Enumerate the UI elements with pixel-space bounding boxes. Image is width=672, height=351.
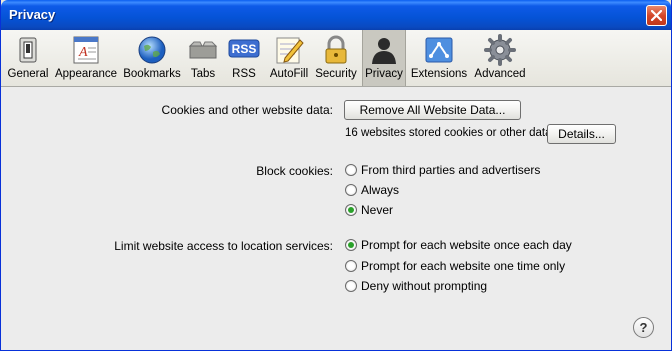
- preferences-window: Privacy General A Appearance Bookmarks T…: [0, 0, 672, 351]
- radio-label: Never: [361, 203, 394, 217]
- stored-cookies-text: 16 websites stored cookies or other data: [345, 127, 552, 139]
- radio-button[interactable]: [345, 239, 357, 251]
- tab-label: General: [7, 68, 49, 80]
- switch-icon: [19, 37, 37, 63]
- radio-button[interactable]: [345, 184, 357, 196]
- rss-icon: RSS: [228, 39, 260, 58]
- radio-button[interactable]: [345, 164, 357, 176]
- tab-label: Privacy: [365, 68, 403, 80]
- radio-selected-dot: [348, 242, 354, 248]
- tab-general[interactable]: General: [5, 30, 51, 86]
- tab-label: RSS: [232, 68, 256, 80]
- tab-advanced[interactable]: Advanced: [473, 30, 527, 86]
- appearance-icon: A: [73, 36, 99, 64]
- tab-rss[interactable]: RSS RSS: [225, 30, 263, 86]
- tab-label: Tabs: [190, 68, 216, 80]
- tab-label: Extensions: [410, 68, 468, 80]
- cookies-label: Cookies and other website data:: [161, 103, 333, 117]
- radio-button[interactable]: [345, 280, 357, 292]
- block-cookies-label: Block cookies:: [256, 164, 333, 178]
- radio-button[interactable]: [345, 204, 357, 216]
- tab-security[interactable]: Security: [314, 30, 358, 86]
- tab-autofill[interactable]: AutoFill: [267, 30, 311, 86]
- tab-privacy[interactable]: Privacy: [362, 30, 406, 86]
- rss-badge-text: RSS: [232, 42, 257, 56]
- extensions-icon: [425, 37, 453, 63]
- tab-bookmarks[interactable]: Bookmarks: [123, 30, 181, 86]
- radio-selected-dot: [348, 207, 354, 213]
- radio-label: Always: [361, 183, 400, 197]
- preferences-toolbar: General A Appearance Bookmarks Tabs RSS …: [1, 30, 671, 87]
- radio-label: Prompt for each website one time only: [361, 259, 566, 273]
- tab-label: Advanced: [474, 68, 526, 80]
- radio-button[interactable]: [345, 260, 357, 272]
- close-icon: [651, 10, 662, 21]
- autofill-pencil-icon: [276, 37, 304, 64]
- tabs-icon: [188, 41, 218, 59]
- help-button[interactable]: ?: [633, 317, 654, 338]
- radio-label: From third parties and advertisers: [361, 163, 541, 177]
- svg-text:A: A: [78, 45, 88, 60]
- tab-tabs[interactable]: Tabs: [185, 30, 221, 86]
- radio-label: Deny without prompting: [361, 279, 488, 293]
- gear-icon: [484, 34, 516, 66]
- tab-extensions[interactable]: Extensions: [408, 30, 470, 86]
- window-title: Privacy: [9, 7, 56, 22]
- tab-label: AutoFill: [269, 68, 309, 80]
- remove-all-website-data-button[interactable]: Remove All Website Data...: [344, 100, 521, 120]
- radio-label: Prompt for each website once each day: [361, 238, 572, 252]
- tab-label: Security: [315, 68, 357, 80]
- details-button[interactable]: Details...: [547, 124, 616, 144]
- person-icon: [372, 38, 396, 64]
- tab-label: Bookmarks: [123, 68, 181, 80]
- globe-icon: [138, 36, 166, 64]
- close-button[interactable]: [646, 5, 667, 26]
- title-bar[interactable]: Privacy: [1, 0, 671, 30]
- location-services-label: Limit website access to location service…: [114, 239, 333, 253]
- tab-appearance[interactable]: A Appearance: [54, 30, 118, 86]
- tab-label: Appearance: [54, 68, 118, 80]
- lock-icon: [325, 35, 347, 64]
